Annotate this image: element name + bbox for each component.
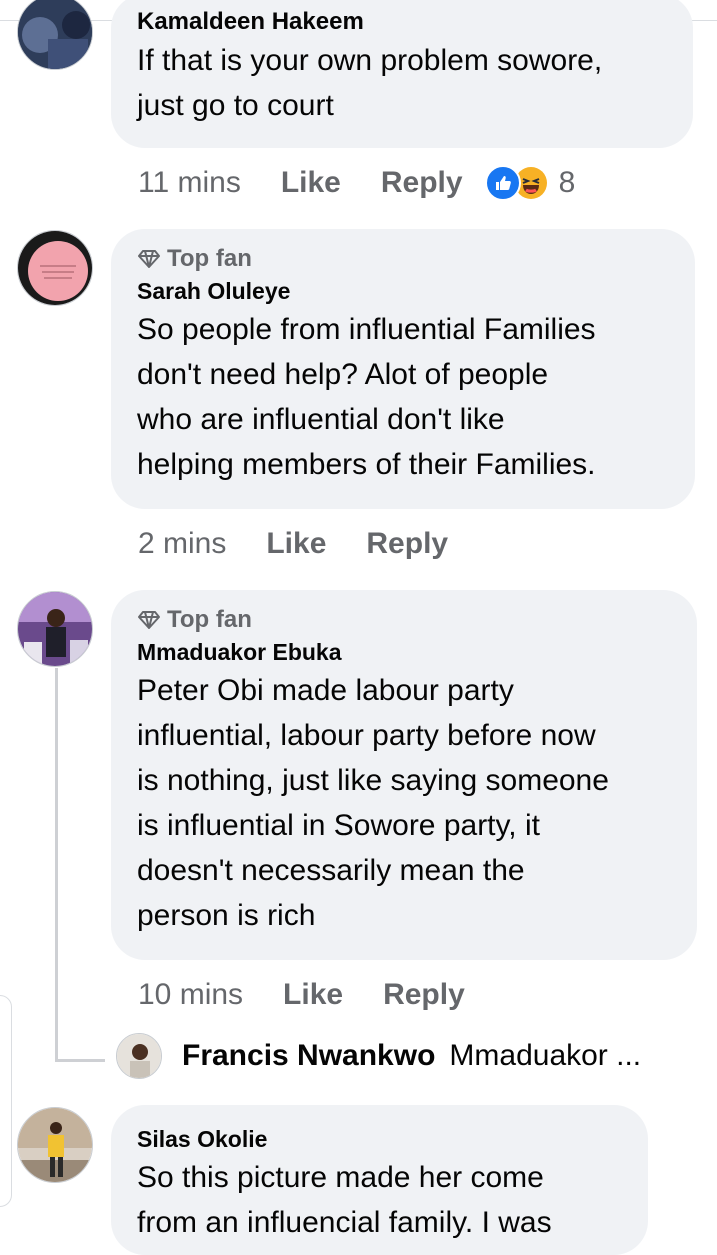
avatar-photo [18, 1108, 92, 1182]
comment-text-line: is nothing, just like saying someone [137, 764, 609, 797]
top-fan-label: Top fan [167, 606, 252, 633]
comment-text-line: person is rich [137, 899, 316, 932]
comment-text-line: doesn't necessarily mean the [137, 854, 525, 887]
reply-button[interactable]: Reply [383, 978, 465, 1012]
avatar-photo [18, 0, 92, 69]
avatar-francis[interactable] [116, 1033, 162, 1079]
avatar-sarah[interactable] [17, 230, 93, 306]
like-icon [484, 165, 521, 201]
like-button[interactable]: Like [281, 166, 341, 200]
comment-author[interactable]: Mmaduakor Ebuka [137, 636, 671, 668]
comment-text-line: from an influencial family. I was [137, 1206, 552, 1239]
comment-author[interactable]: Kamaldeen Hakeem [137, 6, 667, 38]
comment-bubble[interactable]: Top fan Sarah Oluleye So people from inf… [111, 229, 695, 509]
comment-text-line: So people from influential Families [137, 313, 596, 346]
comment-meta-row: 11 mins Like Reply 8 [138, 163, 575, 203]
diamond-icon [138, 250, 160, 268]
reaction-count: 8 [558, 166, 576, 199]
comment-author[interactable]: Silas Okolie [137, 1123, 622, 1155]
reply-button[interactable]: Reply [366, 527, 448, 561]
like-button[interactable]: Like [283, 978, 343, 1012]
comment-time[interactable]: 11 mins [138, 166, 241, 200]
avatar-kamaldeen[interactable] [17, 0, 93, 70]
avatar-mmaduakor[interactable] [17, 591, 93, 667]
comment-bubble[interactable]: Kamaldeen Hakeem If that is your own pro… [111, 0, 693, 148]
comment-text-line: who are influential don't like [137, 403, 505, 436]
reply-preview[interactable]: Francis Nwankwo Mmaduakor ... [116, 1033, 641, 1079]
comment-time[interactable]: 2 mins [138, 527, 226, 561]
top-fan-badge: Top fan [137, 243, 669, 275]
comment-bubble[interactable]: Silas Okolie So this picture made her co… [111, 1105, 648, 1255]
comment-time[interactable]: 10 mins [138, 978, 243, 1012]
top-fan-label: Top fan [167, 245, 252, 272]
diamond-icon [138, 611, 160, 629]
comment-text-line: is influential in Sowore party, it [137, 809, 540, 842]
comment-text-line: If that is your own problem sowore, [137, 44, 603, 77]
reply-snippet: Mmaduakor ... [449, 1039, 642, 1072]
comment-author[interactable]: Sarah Oluleye [137, 275, 669, 307]
comment-text-line: don't need help? Alot of people [137, 358, 549, 391]
avatar-photo [117, 1034, 161, 1078]
comment-text-line: helping members of their Families. [137, 448, 596, 481]
top-fan-badge: Top fan [137, 604, 671, 636]
comment-bubble[interactable]: Top fan Mmaduakor Ebuka Peter Obi made l… [111, 590, 697, 960]
thread-line [55, 1059, 105, 1062]
comment-text-line: influential, labour party before now [137, 719, 596, 752]
side-panel-handle[interactable] [0, 995, 12, 1207]
thread-line [55, 668, 58, 1062]
avatar-photo [18, 231, 92, 305]
avatar-silas[interactable] [17, 1107, 93, 1183]
comment-meta-row: 2 mins Like Reply [138, 524, 488, 564]
reply-button[interactable]: Reply [381, 166, 463, 200]
comment-meta-row: 10 mins Like Reply [138, 975, 505, 1015]
comment-text-line: Peter Obi made labour party [137, 674, 514, 707]
reply-author[interactable]: Francis Nwankwo [182, 1039, 435, 1073]
avatar-photo [18, 592, 92, 666]
like-button[interactable]: Like [266, 527, 326, 561]
comment-text-line: just go to court [137, 89, 334, 122]
reaction-summary[interactable]: 8 [484, 165, 576, 201]
comment-text-line: So this picture made her come [137, 1161, 544, 1194]
